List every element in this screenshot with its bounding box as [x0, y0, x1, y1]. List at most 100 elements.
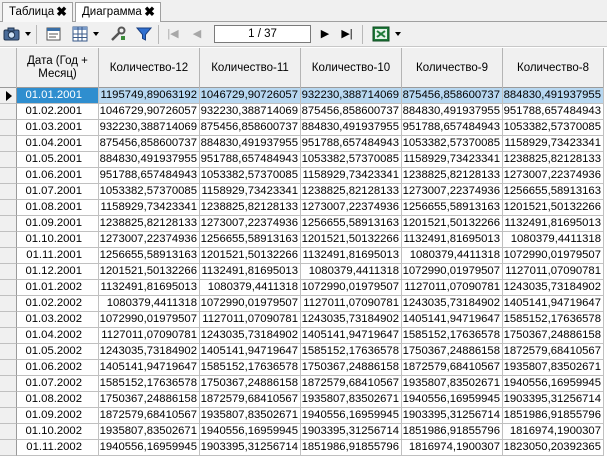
value-cell[interactable]: 1256655,58913163 [99, 248, 200, 264]
value-cell[interactable]: 932230,388714069 [301, 88, 402, 104]
value-cell[interactable]: 875456,858600737 [301, 104, 402, 120]
value-cell[interactable]: 1158929,73423341 [301, 168, 402, 184]
value-cell[interactable]: 1405141,94719647 [503, 296, 604, 312]
date-cell[interactable]: 01.12.2001 [17, 264, 99, 280]
table-row[interactable]: 01.07.2001 1053382,57370085 1158929,734233… [0, 184, 607, 200]
value-cell[interactable]: 1132491,81695013 [503, 216, 604, 232]
table-row[interactable]: 01.01.2002 1132491,81695013 1080379,441131… [0, 280, 607, 296]
column-header[interactable]: Количество-9 [402, 48, 503, 88]
value-cell[interactable]: 1256655,58913163 [301, 216, 402, 232]
date-cell[interactable]: 01.03.2002 [17, 312, 99, 328]
table-row[interactable]: 01.08.2002 1750367,24886158 1872579,684105… [0, 392, 607, 408]
date-cell[interactable]: 01.07.2001 [17, 184, 99, 200]
value-cell[interactable]: 1201521,50132266 [503, 200, 604, 216]
table-row[interactable]: 01.02.2002 1080379,4411318 1072990,0197950… [0, 296, 607, 312]
value-cell[interactable]: 875456,858600737 [200, 120, 301, 136]
value-cell[interactable]: 1851986,91855796 [402, 424, 503, 440]
data-grid[interactable]: Дата (Год + Месяц) Количество-12 Количес… [0, 48, 607, 458]
value-cell[interactable]: 1243035,73184902 [200, 328, 301, 344]
value-cell[interactable]: 1940556,16959945 [99, 440, 200, 456]
value-cell[interactable]: 1080379,4411318 [200, 280, 301, 296]
value-cell[interactable]: 1053382,57370085 [200, 168, 301, 184]
value-cell[interactable]: 1158929,73423341 [402, 152, 503, 168]
value-cell[interactable]: 1585152,17636578 [503, 312, 604, 328]
value-cell[interactable]: 1053382,57370085 [503, 120, 604, 136]
value-cell[interactable]: 1080379,4411318 [402, 248, 503, 264]
first-page-icon[interactable]: |◀ [166, 27, 180, 41]
chevron-down-icon[interactable] [93, 32, 99, 36]
close-icon[interactable]: ✖ [56, 4, 67, 20]
value-cell[interactable]: 1127011,07090781 [402, 280, 503, 296]
value-cell[interactable]: 1273007,22374936 [200, 216, 301, 232]
table-row[interactable]: 01.10.2002 1935807,83502671 1940556,169599… [0, 424, 607, 440]
column-header[interactable]: Количество-12 [99, 48, 200, 88]
value-cell[interactable]: 1201521,50132266 [402, 216, 503, 232]
row-indicator[interactable] [0, 120, 17, 136]
date-cell[interactable]: 01.05.2001 [17, 152, 99, 168]
date-cell[interactable]: 01.02.2002 [17, 296, 99, 312]
value-cell[interactable]: 1046729,90726057 [200, 88, 301, 104]
row-indicator[interactable] [0, 392, 17, 408]
value-cell[interactable]: 1127011,07090781 [301, 296, 402, 312]
value-cell[interactable]: 875456,858600737 [402, 88, 503, 104]
row-indicator[interactable] [0, 264, 17, 280]
value-cell[interactable]: 1405141,94719647 [301, 328, 402, 344]
value-cell[interactable]: 951788,657484943 [503, 104, 604, 120]
value-cell[interactable]: 1072990,01979507 [301, 280, 402, 296]
value-cell[interactable]: 1072990,01979507 [200, 296, 301, 312]
column-header[interactable]: Количество-10 [301, 48, 402, 88]
value-cell[interactable]: 1201521,50132266 [99, 264, 200, 280]
value-cell[interactable]: 1750367,24886158 [503, 328, 604, 344]
date-cell[interactable]: 01.05.2002 [17, 344, 99, 360]
row-indicator[interactable] [0, 88, 17, 104]
value-cell[interactable]: 1935807,83502671 [301, 392, 402, 408]
value-cell[interactable]: 1940556,16959945 [503, 376, 604, 392]
date-cell[interactable]: 01.10.2002 [17, 424, 99, 440]
value-cell[interactable]: 1872579,68410567 [301, 376, 402, 392]
value-cell[interactable]: 1872579,68410567 [503, 344, 604, 360]
value-cell[interactable]: 875456,858600737 [99, 136, 200, 152]
value-cell[interactable]: 1127011,07090781 [503, 264, 604, 280]
value-cell[interactable]: 1243035,73184902 [402, 296, 503, 312]
table-row[interactable]: 01.05.2001 884830,491937955 951788,6574849… [0, 152, 607, 168]
value-cell[interactable]: 1053382,57370085 [99, 184, 200, 200]
value-cell[interactable]: 951788,657484943 [200, 152, 301, 168]
value-cell[interactable]: 1940556,16959945 [200, 424, 301, 440]
date-cell[interactable]: 01.07.2002 [17, 376, 99, 392]
value-cell[interactable]: 1158929,73423341 [200, 184, 301, 200]
table-row[interactable]: 01.06.2001 951788,657484943 1053382,573700… [0, 168, 607, 184]
date-cell[interactable]: 01.09.2001 [17, 216, 99, 232]
value-cell[interactable]: 1046729,90726057 [99, 104, 200, 120]
value-cell[interactable]: 1405141,94719647 [99, 360, 200, 376]
value-cell[interactable]: 1872579,68410567 [99, 408, 200, 424]
value-cell[interactable]: 1940556,16959945 [301, 408, 402, 424]
table-row[interactable]: 01.11.2002 1940556,16959945 1903395,312567… [0, 440, 607, 456]
excel-export-icon[interactable] [372, 25, 390, 43]
date-cell[interactable]: 01.06.2001 [17, 168, 99, 184]
date-cell[interactable]: 01.01.2001 [17, 88, 99, 104]
value-cell[interactable]: 1080379,4411318 [99, 296, 200, 312]
value-cell[interactable]: 1872579,68410567 [402, 360, 503, 376]
value-cell[interactable]: 1750367,24886158 [402, 344, 503, 360]
camera-icon[interactable] [3, 25, 21, 43]
value-cell[interactable]: 932230,388714069 [99, 120, 200, 136]
value-cell[interactable]: 1750367,24886158 [200, 376, 301, 392]
row-indicator[interactable] [0, 232, 17, 248]
value-cell[interactable]: 1816974,1900307 [402, 440, 503, 456]
value-cell[interactable]: 1238825,82128133 [503, 152, 604, 168]
value-cell[interactable]: 884830,491937955 [301, 120, 402, 136]
row-indicator[interactable] [0, 152, 17, 168]
value-cell[interactable]: 1132491,81695013 [301, 248, 402, 264]
row-indicator[interactable] [0, 344, 17, 360]
date-cell[interactable]: 01.04.2002 [17, 328, 99, 344]
row-indicator[interactable] [0, 136, 17, 152]
value-cell[interactable]: 1935807,83502671 [99, 424, 200, 440]
date-cell[interactable]: 01.08.2001 [17, 200, 99, 216]
row-indicator[interactable] [0, 408, 17, 424]
value-cell[interactable]: 1158929,73423341 [99, 200, 200, 216]
value-cell[interactable]: 951788,657484943 [99, 168, 200, 184]
date-cell[interactable]: 01.09.2002 [17, 408, 99, 424]
value-cell[interactable]: 1935807,83502671 [200, 408, 301, 424]
value-cell[interactable]: 1405141,94719647 [402, 312, 503, 328]
value-cell[interactable]: 1132491,81695013 [402, 232, 503, 248]
